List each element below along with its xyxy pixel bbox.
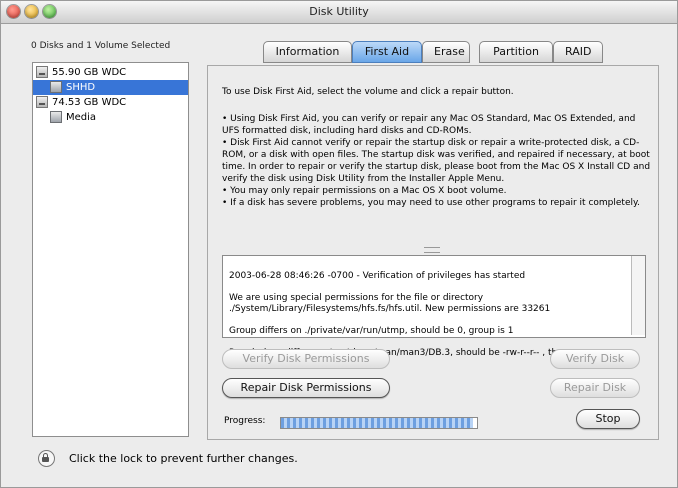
tab-partition[interactable]: Partition [479,41,553,63]
first-aid-instructions: • Using Disk First Aid, you can verify o… [222,113,652,209]
instruction-bullet: • Using Disk First Aid, you can verify o… [222,114,636,136]
sidebar-item-disk-2[interactable]: 74.53 GB WDC [33,95,188,110]
tab-information[interactable]: Information [263,41,352,63]
instruction-bullet: • If a disk has severe problems, you may… [222,198,640,208]
log-scrollbar[interactable] [631,256,645,335]
progress-bar [280,417,478,429]
hard-disk-icon [36,66,48,78]
repair-disk-permissions-button[interactable]: Repair Disk Permissions [222,378,390,398]
tab-raid[interactable]: RAID [553,41,603,63]
progress-fill [281,418,474,428]
progress-label: Progress: [224,416,266,426]
disk-list[interactable]: 55.90 GB WDC SHHD 74.53 GB WDC Media [32,62,189,437]
first-aid-intro: To use Disk First Aid, select the volume… [222,87,514,97]
lock-icon[interactable] [38,450,55,467]
sidebar-item-disk-1[interactable]: 55.90 GB WDC [33,65,188,80]
first-aid-log[interactable]: 2003-06-28 08:46:26 -0700 - Verification… [222,255,646,358]
hard-disk-icon [36,96,48,108]
disk-utility-window: Disk Utility 0 Disks and 1 Volume Select… [0,0,678,488]
sidebar-item-label: 55.90 GB WDC [52,67,127,78]
repair-disk-button[interactable]: Repair Disk [550,378,640,398]
title-bar[interactable]: Disk Utility [1,1,677,24]
instruction-bullet: • Disk First Aid cannot verify or repair… [222,138,651,184]
sidebar-item-label: Media [66,112,97,123]
lock-message: Click the lock to prevent further change… [69,452,298,465]
log-line: Group differs on ./private/var/run/utmp,… [229,326,514,336]
verify-disk-permissions-button[interactable]: Verify Disk Permissions [222,349,390,369]
tab-erase[interactable]: Erase [422,41,470,63]
log-line: We are using special permissions for the… [229,293,551,314]
verify-disk-button[interactable]: Verify Disk [550,349,640,369]
selection-summary: 0 Disks and 1 Volume Selected [31,41,171,51]
tab-first-aid[interactable]: First Aid [352,41,422,63]
window-title: Disk Utility [309,5,369,18]
volume-icon [50,81,62,93]
sidebar-item-volume-shhd[interactable]: SHHD [33,80,188,95]
first-aid-panel: To use Disk First Aid, select the volume… [207,65,659,440]
sidebar-item-volume-media[interactable]: Media [33,110,188,125]
sidebar-item-label: SHHD [66,82,96,93]
log-line: 2003-06-28 08:46:26 -0700 - Verification… [229,271,526,281]
sidebar-item-label: 74.53 GB WDC [52,97,127,108]
instruction-bullet: • You may only repair permissions on a M… [222,186,507,196]
stop-button[interactable]: Stop [576,409,640,429]
volume-icon [50,111,62,123]
split-view-handle[interactable] [424,247,440,253]
